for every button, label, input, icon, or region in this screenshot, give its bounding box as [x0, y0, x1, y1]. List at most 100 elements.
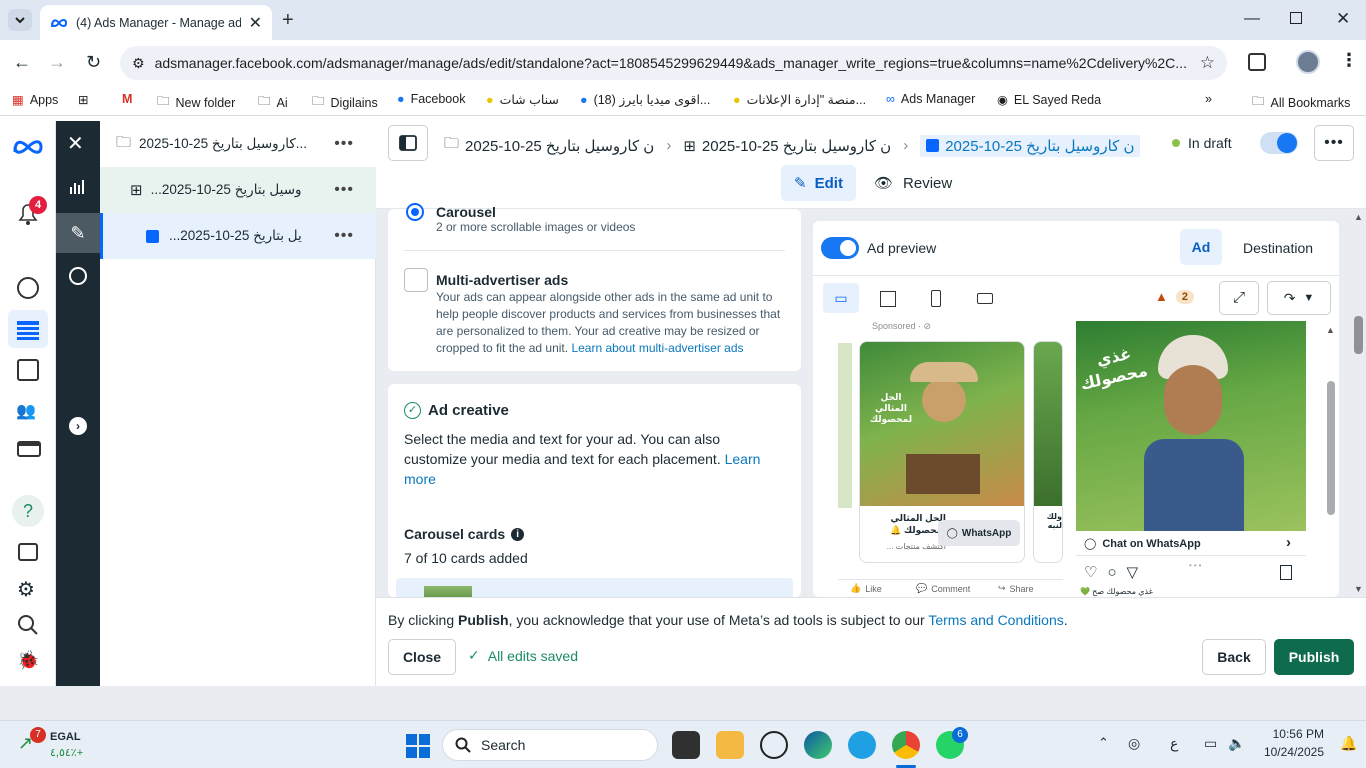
page-scrollbar[interactable]: [1354, 316, 1363, 354]
comment-icon[interactable]: ○: [1107, 564, 1116, 581]
reports-icon[interactable]: [18, 543, 38, 561]
chat-on-whatsapp-cta[interactable]: ◯ Chat on WhatsApp: [1084, 537, 1201, 551]
tree-campaign-row[interactable]: 🗀 كاروسيل بتاريخ 25-10-2025... •••: [100, 121, 376, 167]
reload-icon[interactable]: ↻: [86, 52, 101, 73]
expand-chevron-icon[interactable]: ›: [69, 417, 87, 435]
audiences-icon[interactable]: 👥: [16, 401, 36, 421]
page-scroll-up-icon[interactable]: ▲: [1354, 212, 1363, 222]
task-view-icon[interactable]: [672, 731, 700, 759]
forward-icon[interactable]: →: [48, 52, 66, 73]
volume-icon[interactable]: 🔈: [1228, 735, 1245, 752]
bookmark-digilains[interactable]: 🗀 Digilains: [312, 92, 378, 113]
extensions-icon[interactable]: [1248, 53, 1266, 71]
back-icon[interactable]: ←: [13, 52, 31, 73]
all-placements-icon[interactable]: ▭: [823, 283, 859, 313]
like-button[interactable]: 👍 Like: [850, 583, 882, 594]
bookmark-ads-manager[interactable]: ∞ Ads Manager: [886, 92, 975, 106]
tray-chevron-up-icon[interactable]: ⌃: [1098, 735, 1109, 751]
bookmark-el-sayed[interactable]: ◉ EL Sayed Reda: [997, 92, 1101, 108]
tree-ad-row[interactable]: ...يل بتاريخ 25-10-2025 •••: [100, 213, 376, 259]
edge-icon[interactable]: [804, 731, 832, 759]
clock-time[interactable]: 10:56 PM: [1262, 727, 1324, 741]
tab-destination[interactable]: Destination: [1243, 240, 1313, 256]
input-language[interactable]: ع: [1170, 735, 1178, 752]
vertical-placement-icon[interactable]: [931, 290, 941, 307]
more-options-icon[interactable]: •••: [334, 227, 354, 245]
windows-start-icon[interactable]: [406, 734, 430, 758]
square-placement-icon[interactable]: [880, 291, 896, 307]
publish-button[interactable]: Publish: [1274, 639, 1354, 675]
bookmark-facebook[interactable]: ● Facebook: [397, 92, 465, 106]
bookmark-apps[interactable]: ▦ Apps: [12, 92, 58, 108]
active-tab[interactable]: (4) Ads Manager - Manage ads ✕: [40, 5, 272, 40]
bookmark-star-icon[interactable]: ☆: [1200, 53, 1215, 73]
multi-advertiser-learn-link[interactable]: Learn about multi-advertiser ads: [571, 341, 743, 355]
review-mode-button[interactable]: 👁 Review: [874, 165, 952, 201]
carousel-card-row[interactable]: [396, 578, 793, 597]
terms-link[interactable]: Terms and Conditions: [928, 612, 1063, 628]
help-icon[interactable]: ?: [12, 495, 44, 527]
multi-advertiser-checkbox[interactable]: [404, 268, 428, 292]
toggle-panel-button[interactable]: [388, 125, 428, 161]
whatsapp-cta-button[interactable]: ◯ WhatsApp: [938, 520, 1020, 546]
more-options-icon[interactable]: •••: [334, 181, 354, 199]
browser-menu-icon[interactable]: ⋮: [1340, 50, 1358, 71]
close-window-icon[interactable]: ✕: [1336, 9, 1350, 29]
close-editor-icon[interactable]: ✕: [67, 131, 84, 156]
settings-gear-icon[interactable]: ⚙: [17, 577, 35, 602]
chevron-right-icon[interactable]: ›: [1286, 534, 1291, 551]
next-carousel-card[interactable]: ولك لنبه: [1033, 341, 1063, 563]
copilot-icon[interactable]: [848, 731, 876, 759]
info-icon[interactable]: i: [511, 527, 525, 541]
bookmark-ai[interactable]: 🗀 Ai: [258, 92, 288, 113]
save-bookmark-icon[interactable]: [1280, 565, 1292, 580]
expand-preview-icon[interactable]: ⤢: [1219, 281, 1259, 315]
file-explorer-icon[interactable]: [716, 731, 744, 759]
billing-card-icon[interactable]: [17, 441, 41, 457]
bookmarks-overflow-icon[interactable]: »: [1205, 92, 1212, 106]
edit-mode-button[interactable]: ✎ Edit: [781, 165, 856, 201]
more-options-icon[interactable]: •••: [334, 135, 354, 153]
dashboard-gauge-icon[interactable]: [17, 277, 39, 299]
breadcrumb-campaign[interactable]: ن كاروسيل بتاريخ 25-10-2025: [465, 137, 654, 155]
catalog-icon[interactable]: [17, 359, 39, 381]
omnibox[interactable]: ⚙ adsmanager.facebook.com/adsmanager/man…: [120, 46, 1227, 80]
notification-center-icon[interactable]: 🔔: [1340, 735, 1357, 752]
chrome-icon[interactable]: [892, 731, 920, 759]
bookmark-ads-platform[interactable]: ● منصة "إدارة الإعلانات...: [733, 92, 866, 108]
bookmark-media-buyers[interactable]: ● (18) اقوى ميديا بايرز...: [580, 92, 710, 108]
tab-ad[interactable]: Ad: [1180, 229, 1222, 265]
search-icon[interactable]: [17, 614, 39, 636]
history-clock-icon[interactable]: [69, 267, 87, 285]
minimize-icon[interactable]: —: [1244, 10, 1260, 28]
carousel-radio[interactable]: [406, 203, 424, 221]
horizontal-placement-icon[interactable]: [977, 293, 993, 304]
ad-preview-toggle[interactable]: [821, 237, 859, 259]
campaigns-nav-active[interactable]: [8, 310, 48, 348]
new-tab-icon[interactable]: +: [282, 9, 294, 32]
send-icon[interactable]: ▽: [1127, 563, 1139, 581]
back-button[interactable]: Back: [1202, 639, 1266, 675]
bookmark-snapchat[interactable]: ● سناب شات: [486, 92, 559, 108]
network-icon[interactable]: ◎: [1128, 735, 1140, 752]
preview-scrollbar[interactable]: [1327, 381, 1335, 515]
page-scroll-down-icon[interactable]: ▼: [1354, 584, 1363, 594]
edit-pencil-nav[interactable]: ✎: [56, 213, 100, 253]
heart-icon[interactable]: ♡: [1084, 563, 1097, 581]
share-preview-button[interactable]: ↷ ▼: [1267, 281, 1331, 315]
clock-date[interactable]: 10/24/2025: [1258, 745, 1324, 759]
tree-adset-row[interactable]: ⊞ ...وسيل بتاريخ 25-10-2025 •••: [100, 167, 376, 213]
bookmark-new-folder[interactable]: 🗀 New folder: [157, 92, 235, 113]
charts-icon[interactable]: [68, 177, 88, 195]
chatgpt-icon[interactable]: [760, 731, 788, 759]
ad-on-off-toggle[interactable]: [1260, 132, 1298, 154]
site-info-icon[interactable]: ⚙: [132, 55, 145, 72]
profile-avatar[interactable]: [1296, 50, 1320, 74]
carousel-card[interactable]: الحل المثالي لمحصولك الحل المثالي لمحصول…: [859, 341, 1025, 563]
tab-search-button[interactable]: [8, 9, 32, 31]
meta-logo-icon[interactable]: [12, 137, 44, 157]
breadcrumb-adset[interactable]: ن كاروسيل بتاريخ 25-10-2025: [702, 137, 891, 155]
all-bookmarks[interactable]: 🗀 All Bookmarks: [1252, 92, 1350, 113]
bookmark-grid[interactable]: ⊞: [78, 92, 88, 107]
close-tab-icon[interactable]: ✕: [249, 13, 262, 33]
